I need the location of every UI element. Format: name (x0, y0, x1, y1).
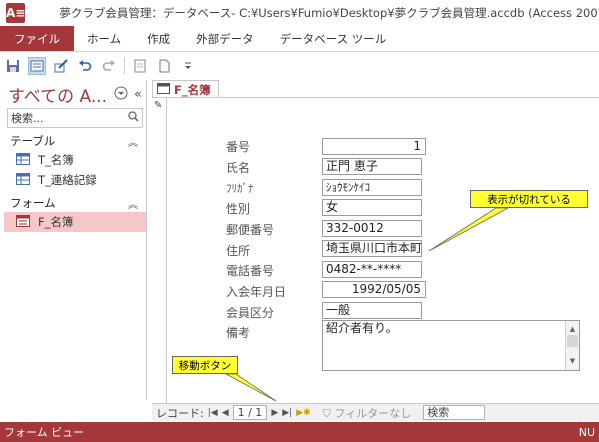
record-navigation-bar: レコード: |◀ ◀ 1 / 1 ▶ ▶| ▶✱ ⛉ フィルターなし 検索 (152, 403, 599, 421)
form-tab-icon (157, 82, 170, 97)
navigation-pane: すべての A... « 検索... テーブル ︽ T_名簿 T_連絡記録 フォー… (4, 80, 147, 400)
form-area: ✎ 番号 氏名 ﾌﾘｶﾞﾅ 性別 郵便番号 住所 電話番号 入会年月日 会員区分… (152, 97, 599, 403)
nav-group-tables[interactable]: テーブル ︽ (4, 132, 146, 150)
form-view-icon[interactable] (28, 56, 46, 75)
title-bar: A≡ 夢クラブ会員管理：データベース- C:¥Users¥Fumio¥Deskt… (0, 0, 599, 26)
callout-pointer-nav (225, 373, 277, 402)
table-icon (16, 152, 30, 168)
record-search-input[interactable]: 検索 (423, 405, 486, 420)
nav-search-placeholder: 検索... (11, 112, 44, 125)
tab-external-data[interactable]: 外部データ (183, 26, 267, 51)
new-record-icon[interactable]: ▶✱ (296, 408, 310, 418)
undo-icon[interactable] (76, 57, 94, 75)
nav-group-label: テーブル (10, 134, 56, 148)
save-icon[interactable] (4, 57, 22, 75)
tab-database-tools[interactable]: データベース ツール (267, 26, 400, 51)
tab-home[interactable]: ホーム (74, 26, 134, 51)
redo-icon[interactable] (100, 57, 118, 75)
callout-pointer-truncated (428, 207, 509, 252)
table-icon (16, 172, 30, 188)
view-status: フォーム ビュー (4, 426, 85, 439)
toolbar-separator (124, 57, 125, 74)
form-icon (16, 214, 30, 230)
record-position-input[interactable]: 1 / 1 (232, 405, 268, 420)
collapse-chevron-icon: ︽ (128, 137, 138, 149)
access-logo-icon: A≡ (6, 3, 26, 23)
quick-access-toolbar (0, 53, 599, 78)
document-tab-f-meibo[interactable]: F_名簿 (152, 80, 219, 98)
ribbon-tabs: ファイル ホーム 作成 外部データ データベース ツール (0, 26, 599, 52)
nav-item-t-renraku[interactable]: T_連絡記録 (4, 170, 146, 190)
nav-search-input[interactable]: 検索... (7, 108, 143, 128)
nav-title[interactable]: すべての A... (8, 82, 107, 107)
filter-icon: ⛉ (322, 406, 331, 420)
filter-label: フィルターなし (334, 406, 412, 420)
nav-item-t-meibo[interactable]: T_名簿 (4, 150, 146, 170)
customize-icon[interactable] (179, 57, 197, 75)
nav-group-label: フォーム (10, 196, 56, 210)
blank-icon[interactable] (131, 57, 149, 75)
document-tab-label: F_名簿 (174, 82, 211, 97)
numlock-indicator: NU (578, 425, 595, 439)
nav-item-label: F_名簿 (38, 215, 74, 229)
next-record-icon[interactable]: ▶ (271, 408, 278, 418)
filter-status[interactable]: ⛉ フィルターなし (323, 405, 412, 421)
nav-item-f-meibo[interactable]: F_名簿 (4, 212, 146, 232)
nav-header: すべての A... « (4, 80, 146, 108)
window-title: 夢クラブ会員管理：データベース- C:¥Users¥Fumio¥Desktop¥… (59, 6, 599, 20)
collapse-pane-icon[interactable]: « (134, 87, 142, 102)
previous-record-icon[interactable]: ◀ (222, 408, 229, 418)
new-icon[interactable] (155, 57, 173, 75)
search-icon (124, 111, 142, 125)
tab-file[interactable]: ファイル (0, 26, 74, 51)
nav-item-label: T_名簿 (38, 153, 74, 167)
record-label: レコード: (156, 406, 204, 420)
design-icon[interactable] (52, 57, 70, 75)
callout-pointers (225, 207, 509, 402)
first-record-icon[interactable]: |◀ (208, 408, 218, 418)
tab-create[interactable]: 作成 (134, 26, 183, 51)
collapse-chevron-icon: ︽ (128, 199, 138, 211)
nav-group-forms[interactable]: フォーム ︽ (4, 194, 146, 212)
nav-item-label: T_連絡記録 (38, 173, 97, 187)
status-bar: フォーム ビュー NU (0, 422, 599, 442)
last-record-icon[interactable]: ▶| (282, 408, 292, 418)
nav-menu-icon[interactable] (114, 86, 128, 103)
